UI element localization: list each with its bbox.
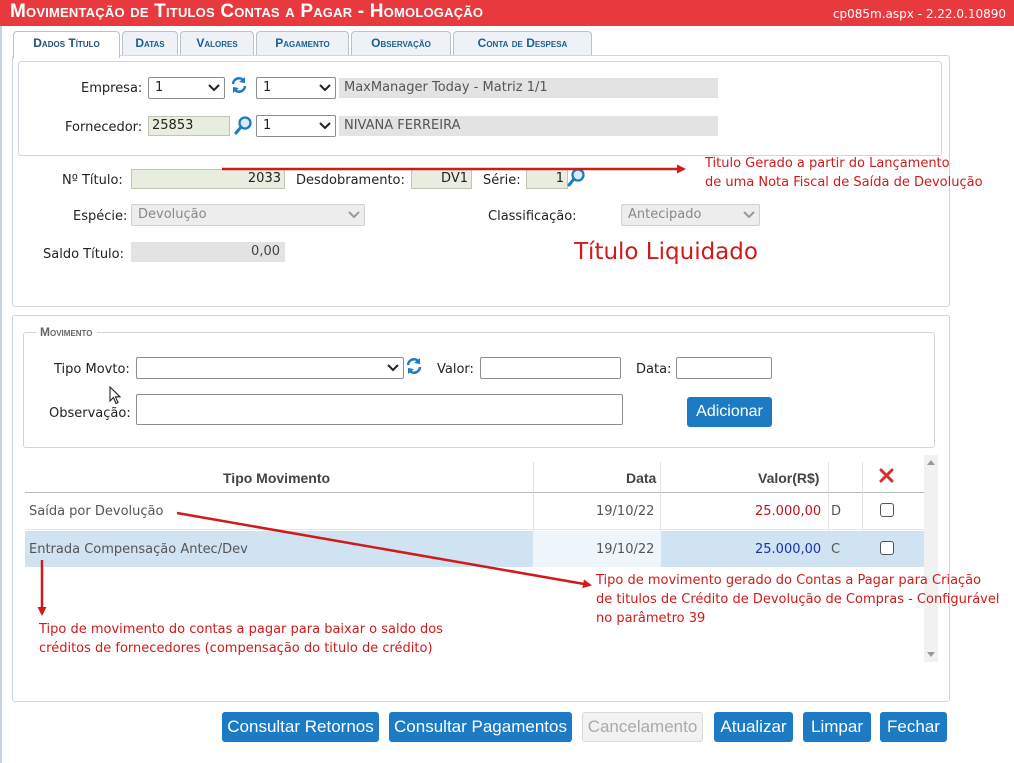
consultar-retornos-button[interactable]: Consultar Retornos bbox=[222, 712, 379, 742]
fornecedor-filial-select[interactable]: 1 bbox=[256, 115, 336, 137]
valor-input[interactable] bbox=[480, 357, 621, 379]
fornecedor-nome: NIVANA FERREIRA bbox=[339, 116, 718, 136]
row-dc: C bbox=[831, 542, 841, 557]
annotation-titulo-gerado-line2: de uma Nota Fiscal de Saída de Devolução bbox=[705, 175, 983, 190]
valor-label: Valor: bbox=[437, 362, 474, 377]
title-bar: Movimentação de Titulos Contas a Pagar -… bbox=[0, 0, 1014, 26]
chevron-down-icon bbox=[208, 84, 220, 92]
atualizar-button[interactable]: Atualizar bbox=[714, 712, 793, 742]
delete-x-icon[interactable] bbox=[878, 467, 895, 488]
row-tipo: Saída por Devolução bbox=[29, 504, 164, 519]
adicionar-button[interactable]: Adicionar bbox=[687, 397, 772, 427]
tab-conta-despesa[interactable]: Conta de Despesa bbox=[453, 31, 592, 56]
fornecedor-label: Fornecedor: bbox=[65, 120, 143, 135]
titulo-liquidado-annotation: Título Liquidado bbox=[574, 239, 758, 265]
tab-observacao[interactable]: Observação bbox=[351, 31, 451, 56]
annotation-tipo-baixa-line2: créditos de fornecedores (compensação do… bbox=[39, 641, 433, 656]
movimento-fieldset bbox=[23, 332, 935, 448]
numero-titulo-label: Nº Título: bbox=[62, 173, 123, 188]
row-valor: 25.000,00 bbox=[755, 542, 822, 557]
annotation-tipo-criacao-line3: no parâmetro 39 bbox=[596, 611, 706, 626]
tab-dados-titulo[interactable]: Dados Título bbox=[13, 31, 120, 58]
left-border bbox=[0, 26, 2, 763]
annotation-titulo-gerado-line1: Titulo Gerado a partir do Lançamento bbox=[705, 156, 950, 171]
row-checkbox[interactable] bbox=[880, 541, 894, 555]
tab-valores[interactable]: Valores bbox=[180, 31, 254, 56]
annotation-tipo-criacao-line2: de titulos de Crédito de Devolução de Co… bbox=[596, 592, 1000, 607]
desdobramento-label: Desdobramento: bbox=[296, 173, 405, 188]
limpar-button[interactable]: Limpar bbox=[803, 712, 871, 742]
row-tipo: Entrada Compensação Antec/Dev bbox=[29, 542, 248, 557]
serie-input[interactable]: 1 bbox=[526, 169, 568, 189]
movimento-legend: Movimento bbox=[36, 325, 97, 339]
scroll-up-icon[interactable] bbox=[927, 459, 935, 465]
empresa-label: Empresa: bbox=[81, 81, 143, 96]
chevron-down-icon bbox=[387, 364, 399, 372]
saldo-titulo-value: 0,00 bbox=[131, 242, 285, 262]
empresa-fornecedor-group bbox=[18, 61, 942, 156]
classificacao-label: Classificação: bbox=[488, 209, 577, 224]
column-header-tipo: Tipo Movimento bbox=[223, 470, 331, 486]
desdobramento-input[interactable]: DV1 bbox=[411, 169, 472, 189]
serie-label: Série: bbox=[483, 173, 521, 188]
chevron-down-icon bbox=[319, 122, 331, 130]
numero-titulo-input[interactable]: 2033 bbox=[131, 169, 285, 189]
data-label: Data: bbox=[636, 362, 672, 377]
row-data: 19/10/22 bbox=[596, 542, 655, 557]
tipo-movto-select[interactable] bbox=[136, 357, 404, 379]
observacao-label: Observação: bbox=[49, 406, 131, 421]
refresh-icon[interactable] bbox=[229, 75, 249, 99]
version-label: cp085m.aspx - 2.22.0.10890 bbox=[832, 7, 1006, 21]
especie-select: Devolução bbox=[131, 204, 365, 226]
annotation-tipo-baixa-line1: Tipo de movimento do contas a pagar para… bbox=[39, 622, 443, 637]
especie-label: Espécie: bbox=[73, 209, 128, 224]
cancelamento-button: Cancelamento bbox=[582, 712, 703, 742]
search-icon[interactable] bbox=[233, 115, 254, 140]
search-icon[interactable] bbox=[566, 167, 587, 192]
window-title: Movimentação de Titulos Contas a Pagar -… bbox=[10, 1, 484, 22]
table-scrollbar[interactable] bbox=[924, 455, 938, 662]
scroll-down-icon[interactable] bbox=[927, 652, 935, 658]
chevron-down-icon bbox=[348, 211, 360, 219]
chevron-down-icon bbox=[743, 211, 755, 219]
annotation-tipo-criacao-line1: Tipo de movimento gerado do Contas a Pag… bbox=[596, 573, 982, 588]
observacao-textarea[interactable] bbox=[136, 394, 623, 425]
saldo-titulo-label: Saldo Título: bbox=[43, 247, 125, 262]
tab-datas[interactable]: Datas bbox=[122, 31, 178, 56]
fechar-button[interactable]: Fechar bbox=[880, 712, 947, 742]
row-data: 19/10/22 bbox=[596, 504, 655, 519]
fornecedor-codigo-input[interactable]: 25853 bbox=[148, 116, 230, 136]
row-checkbox[interactable] bbox=[880, 503, 894, 517]
chevron-down-icon bbox=[319, 84, 331, 92]
row-dc: D bbox=[831, 504, 842, 519]
consultar-pagamentos-button[interactable]: Consultar Pagamentos bbox=[389, 712, 572, 742]
tab-pagamento[interactable]: Pagamento bbox=[256, 31, 349, 56]
row-valor: 25.000,00 bbox=[755, 504, 822, 519]
empresa-select[interactable]: 1 bbox=[148, 77, 225, 99]
classificacao-select: Antecipado bbox=[621, 204, 760, 226]
data-input[interactable] bbox=[676, 357, 772, 379]
empresa-filial-select[interactable]: 1 bbox=[256, 77, 336, 99]
column-header-data: Data bbox=[626, 470, 657, 486]
refresh-icon[interactable] bbox=[404, 356, 424, 380]
column-header-valor: Valor(R$) bbox=[758, 470, 820, 486]
empresa-nome: MaxManager Today - Matriz 1/1 bbox=[339, 78, 718, 98]
tipo-movto-label: Tipo Movto: bbox=[54, 362, 130, 377]
